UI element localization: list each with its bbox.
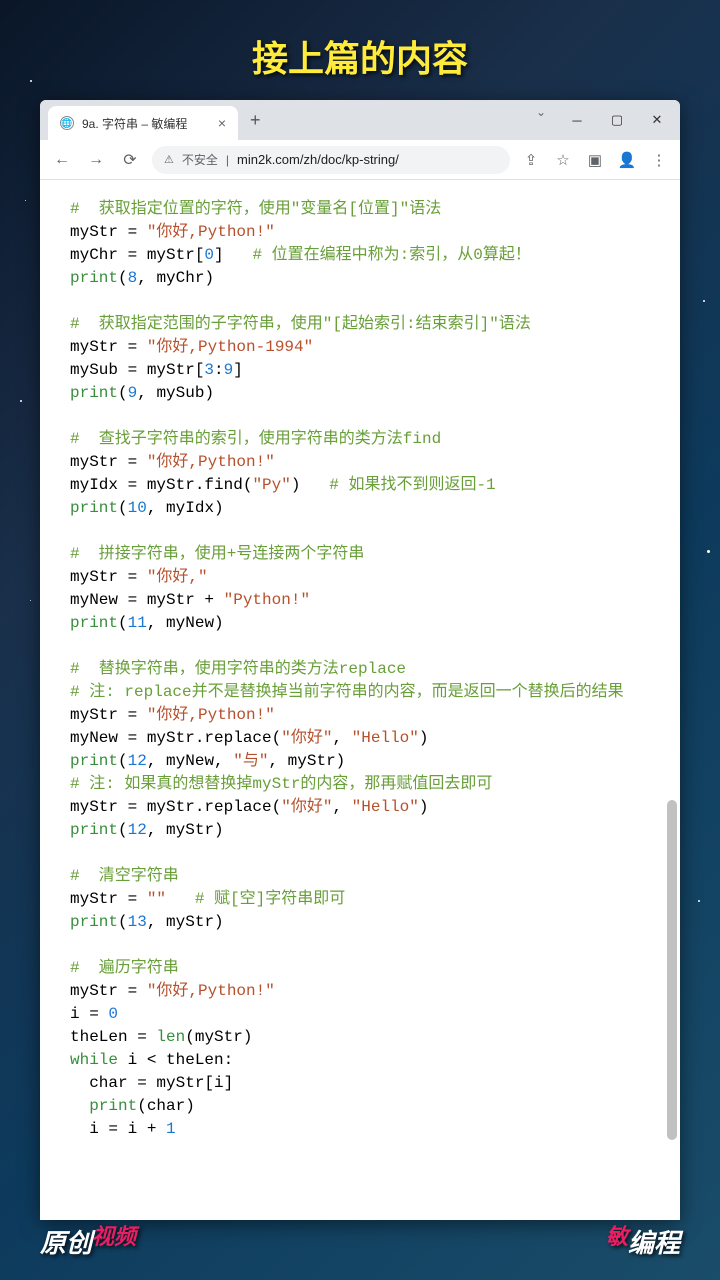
bookmark-icon[interactable]: ☆ bbox=[552, 151, 574, 169]
close-button[interactable]: ✕ bbox=[638, 105, 676, 135]
back-button[interactable]: ← bbox=[50, 151, 74, 169]
reload-button[interactable]: ⟳ bbox=[118, 150, 142, 170]
warning-icon: ⚠ bbox=[164, 153, 174, 166]
close-tab-icon[interactable]: × bbox=[218, 115, 226, 131]
browser-toolbar: ← → ⟳ ⚠ 不安全 | min2k.com/zh/doc/kp-string… bbox=[40, 140, 680, 180]
address-bar[interactable]: ⚠ 不安全 | min2k.com/zh/doc/kp-string/ bbox=[152, 146, 510, 174]
watermark-right: 敏编程 bbox=[606, 1223, 680, 1260]
menu-icon[interactable]: ⋮ bbox=[648, 151, 670, 169]
page-content[interactable]: # 获取指定位置的字符，使用"变量名[位置]"语法 myStr = "你好,Py… bbox=[40, 180, 680, 1220]
security-label: 不安全 bbox=[182, 151, 218, 168]
tab-title: 9a. 字符串 – 敏编程 bbox=[82, 115, 187, 132]
tab-strip: 🌐 9a. 字符串 – 敏编程 × + ⌄ ─ ▢ ✕ bbox=[40, 100, 680, 140]
maximize-button[interactable]: ▢ bbox=[598, 105, 636, 135]
globe-icon: 🌐 bbox=[60, 116, 74, 130]
overlay-title: 接上篇的内容 bbox=[0, 30, 720, 82]
watermark-left: 原创视频 bbox=[40, 1223, 136, 1260]
share-icon[interactable]: ⇪ bbox=[520, 151, 542, 169]
profile-icon[interactable]: 👤 bbox=[616, 151, 638, 169]
new-tab-button[interactable]: + bbox=[250, 110, 261, 131]
chevron-down-icon[interactable]: ⌄ bbox=[536, 105, 546, 135]
minimize-button[interactable]: ─ bbox=[558, 105, 596, 135]
browser-window: 🌐 9a. 字符串 – 敏编程 × + ⌄ ─ ▢ ✕ ← → ⟳ ⚠ 不安全 … bbox=[40, 100, 680, 1220]
forward-button[interactable]: → bbox=[84, 151, 108, 169]
scrollbar-thumb[interactable] bbox=[667, 800, 677, 1140]
extension-icon[interactable]: ▣ bbox=[584, 151, 606, 169]
url-text: min2k.com/zh/doc/kp-string/ bbox=[237, 152, 399, 167]
browser-tab[interactable]: 🌐 9a. 字符串 – 敏编程 × bbox=[48, 106, 238, 140]
code-block: # 获取指定位置的字符，使用"变量名[位置]"语法 myStr = "你好,Py… bbox=[70, 198, 650, 1141]
